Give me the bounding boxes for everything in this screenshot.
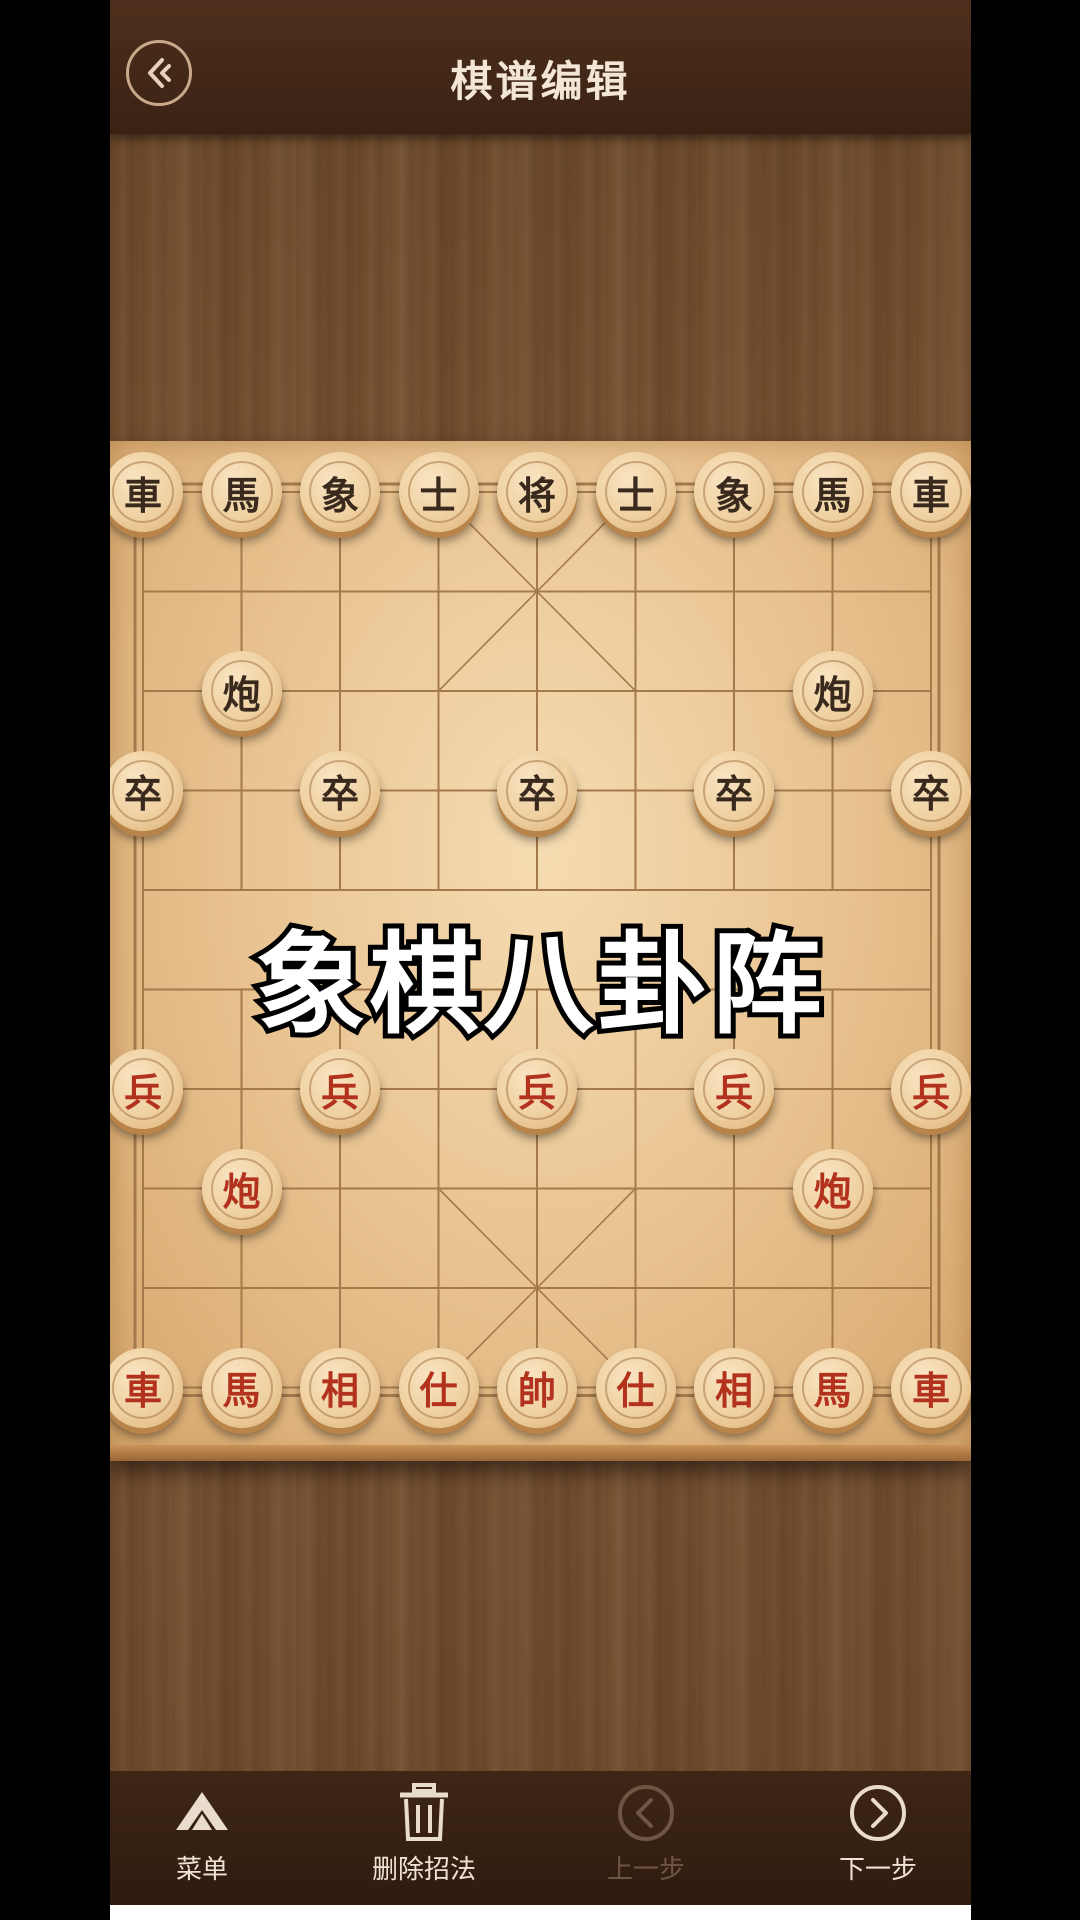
delete-move-button-label: 删除招法 bbox=[371, 1855, 476, 1885]
piece-label: 炮 bbox=[813, 1169, 852, 1214]
black-piece[interactable]: 卒 bbox=[300, 750, 380, 831]
bottom-toolbar: 菜单 删除招法 上一步 下一步 bbox=[110, 1771, 971, 1905]
red-piece[interactable]: 馬 bbox=[792, 1347, 873, 1428]
piece-label: 相 bbox=[714, 1368, 753, 1413]
previous-step-button-label: 上一步 bbox=[606, 1855, 685, 1885]
piece-label: 卒 bbox=[123, 771, 162, 816]
piece-label: 車 bbox=[911, 472, 950, 518]
piece-label: 炮 bbox=[222, 1169, 261, 1214]
piece-label: 馬 bbox=[813, 1368, 852, 1413]
piece-label: 兵 bbox=[911, 1069, 950, 1115]
chevron-left-circle-icon bbox=[618, 1785, 674, 1841]
piece-label: 兵 bbox=[517, 1069, 556, 1115]
black-piece[interactable]: 炮 bbox=[792, 651, 873, 731]
delete-move-button[interactable]: 删除招法 bbox=[354, 1783, 494, 1895]
black-piece[interactable]: 卒 bbox=[891, 750, 971, 831]
piece-label: 車 bbox=[911, 1368, 950, 1413]
piece-label: 炮 bbox=[222, 671, 261, 717]
black-piece[interactable]: 卒 bbox=[110, 750, 183, 831]
piece-label: 仕 bbox=[616, 1368, 655, 1413]
piece-label: 兵 bbox=[320, 1069, 359, 1115]
next-step-button-label: 下一步 bbox=[838, 1855, 917, 1885]
red-piece[interactable]: 兵 bbox=[891, 1049, 971, 1129]
piece-label: 兵 bbox=[123, 1069, 162, 1115]
menu-button[interactable]: 菜单 bbox=[132, 1783, 272, 1895]
chevron-right-circle-icon bbox=[850, 1785, 906, 1841]
red-piece[interactable]: 兵 bbox=[694, 1049, 774, 1129]
red-piece[interactable]: 相 bbox=[300, 1347, 380, 1428]
red-piece[interactable]: 相 bbox=[694, 1347, 774, 1428]
black-piece[interactable]: 象 bbox=[694, 452, 774, 532]
red-piece[interactable]: 帥 bbox=[497, 1347, 577, 1428]
piece-label: 炮 bbox=[813, 671, 852, 717]
app-screen: 棋谱编辑 車馬象士将士象馬車炮炮卒卒卒卒卒兵兵兵兵兵炮炮車馬相仕帥仕相馬車 象棋… bbox=[110, 0, 971, 1920]
previous-step-button[interactable]: 上一步 bbox=[576, 1783, 716, 1895]
video-caption: 象棋八卦阵 bbox=[251, 916, 827, 1054]
piece-label: 馬 bbox=[222, 1368, 261, 1413]
black-piece[interactable]: 馬 bbox=[792, 452, 873, 532]
piece-label: 相 bbox=[320, 1368, 359, 1413]
red-piece[interactable]: 車 bbox=[110, 1347, 183, 1428]
red-piece[interactable]: 炮 bbox=[792, 1148, 873, 1229]
piece-label: 象 bbox=[320, 472, 359, 518]
piece-label: 士 bbox=[419, 472, 458, 518]
black-piece[interactable]: 車 bbox=[891, 452, 971, 532]
red-piece[interactable]: 仕 bbox=[595, 1347, 676, 1428]
red-piece[interactable]: 兵 bbox=[300, 1049, 380, 1129]
black-piece[interactable]: 将 bbox=[497, 452, 577, 532]
piece-label: 将 bbox=[517, 472, 556, 518]
red-piece[interactable]: 馬 bbox=[201, 1347, 282, 1428]
red-piece[interactable]: 炮 bbox=[201, 1148, 282, 1229]
piece-label: 車 bbox=[123, 472, 162, 518]
black-piece[interactable]: 士 bbox=[398, 452, 479, 532]
next-step-button[interactable]: 下一步 bbox=[808, 1783, 948, 1895]
piece-label: 帥 bbox=[517, 1368, 556, 1413]
piece-label: 馬 bbox=[813, 472, 852, 518]
piece-label: 兵 bbox=[714, 1069, 753, 1115]
red-piece[interactable]: 仕 bbox=[398, 1347, 479, 1428]
piece-label: 馬 bbox=[222, 472, 261, 518]
black-piece[interactable]: 炮 bbox=[201, 651, 282, 731]
piece-label: 仕 bbox=[419, 1368, 458, 1413]
piece-label: 卒 bbox=[320, 771, 359, 816]
black-piece[interactable]: 象 bbox=[300, 452, 380, 532]
piece-label: 士 bbox=[616, 472, 655, 518]
menu-button-label: 菜单 bbox=[175, 1855, 228, 1885]
piece-label: 卒 bbox=[714, 771, 753, 816]
black-piece[interactable]: 馬 bbox=[201, 452, 282, 532]
piece-label: 卒 bbox=[517, 771, 556, 816]
trash-icon bbox=[400, 1783, 448, 1841]
menu-chevron-icon bbox=[176, 1792, 228, 1830]
black-piece[interactable]: 卒 bbox=[497, 750, 577, 831]
piece-label: 卒 bbox=[911, 771, 950, 816]
piece-label: 象 bbox=[714, 472, 753, 518]
header-bar: 棋谱编辑 bbox=[110, 0, 971, 134]
red-piece[interactable]: 兵 bbox=[497, 1049, 577, 1129]
black-piece[interactable]: 卒 bbox=[694, 750, 774, 831]
black-piece[interactable]: 士 bbox=[595, 452, 676, 532]
piece-label: 車 bbox=[123, 1368, 162, 1413]
red-piece[interactable]: 車 bbox=[891, 1347, 971, 1428]
page-title: 棋谱编辑 bbox=[450, 57, 631, 106]
